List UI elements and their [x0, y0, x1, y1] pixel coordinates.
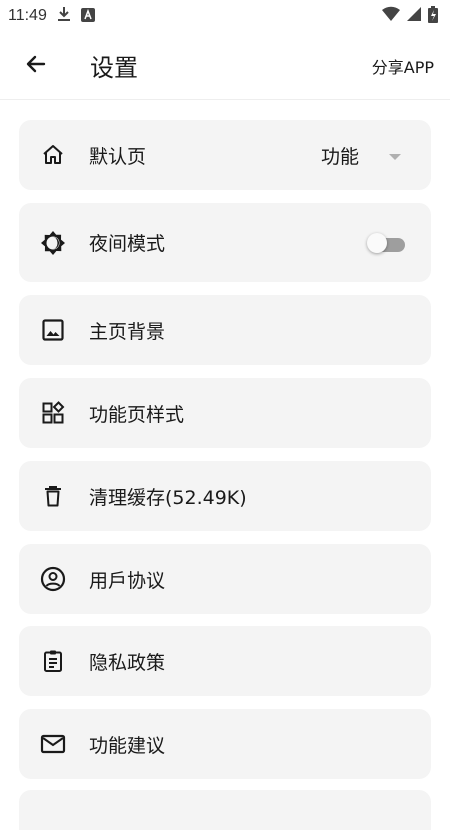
setting-label: 用戶协议	[89, 569, 166, 592]
setting-next-item-partial[interactable]	[19, 790, 431, 830]
toggle-thumb	[367, 232, 387, 253]
setting-label: 主页背景	[89, 320, 166, 343]
share-app-button[interactable]: 分享APP	[372, 54, 434, 78]
setting-homepage-background[interactable]: 主页背景	[19, 295, 431, 365]
setting-feature-suggestion[interactable]: 功能建议	[19, 709, 431, 779]
setting-function-page-style[interactable]: 功能页样式	[19, 378, 431, 448]
setting-label: 隐私政策	[89, 651, 166, 674]
setting-default-page[interactable]: 默认页 功能	[19, 120, 431, 190]
mail-icon	[40, 731, 66, 757]
setting-privacy-policy[interactable]: 隐私政策	[19, 626, 431, 696]
wifi-icon	[382, 6, 400, 26]
setting-label: 夜间模式	[89, 233, 166, 255]
setting-label: 清理缓存(52.49K)	[89, 486, 247, 509]
night-mode-icon	[40, 230, 66, 256]
setting-night-mode[interactable]: 夜间模式	[19, 203, 431, 282]
widgets-icon	[40, 400, 66, 426]
night-mode-toggle[interactable]	[367, 231, 407, 255]
default-page-value: 功能	[320, 145, 359, 168]
app-bar: 设置 分享APP	[0, 32, 450, 100]
default-page-dropdown[interactable]: 功能	[321, 142, 401, 169]
battery-icon	[428, 5, 438, 27]
trash-icon	[40, 483, 66, 509]
setting-label: 默认页	[89, 145, 147, 168]
image-icon	[40, 317, 66, 343]
setting-user-agreement[interactable]: 用戶协议	[19, 544, 431, 614]
signal-icon	[406, 6, 422, 26]
setting-clear-cache[interactable]: 清理缓存(52.49K)	[19, 461, 431, 531]
clipboard-icon	[40, 648, 66, 674]
back-button[interactable]	[16, 46, 56, 86]
download-icon	[57, 6, 71, 26]
dropdown-arrow-icon	[389, 146, 401, 165]
app-store-icon	[80, 7, 95, 26]
setting-label: 功能建议	[89, 734, 166, 757]
setting-label: 功能页样式	[89, 403, 185, 426]
status-bar: 11:49	[0, 0, 450, 32]
home-icon	[40, 142, 66, 168]
status-time: 11:49	[8, 7, 47, 24]
arrow-back-icon	[24, 52, 48, 80]
page-title: 设置	[90, 54, 138, 82]
account-circle-icon	[40, 566, 66, 592]
